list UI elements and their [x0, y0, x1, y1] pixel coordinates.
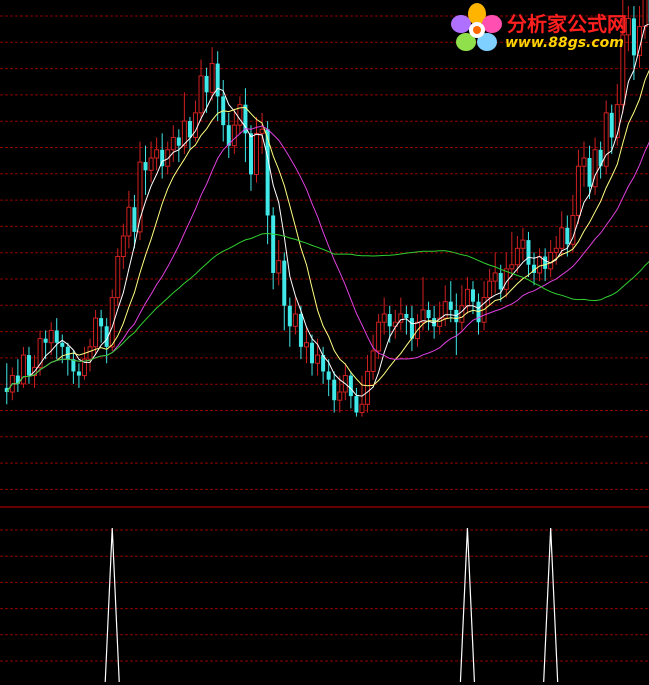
watermark-url: www.88gs.com: [505, 35, 624, 51]
candle-body: [498, 272, 503, 290]
candle-body: [332, 379, 337, 401]
candle-body: [459, 305, 465, 323]
candle-body: [99, 318, 104, 327]
candle-body: [365, 370, 371, 405]
candle-body: [76, 371, 81, 376]
candle-body: [609, 112, 614, 138]
candle-body: [231, 124, 237, 147]
candle-body: [553, 247, 559, 253]
candle-body: [165, 149, 171, 167]
candle-body: [448, 301, 453, 310]
candle-body: [381, 313, 387, 323]
candle-body: [487, 280, 493, 299]
candle-body: [271, 215, 276, 273]
candle-body: [71, 359, 76, 372]
candle-body: [48, 329, 54, 344]
candle-body: [387, 314, 392, 327]
candle-body: [43, 338, 48, 343]
candle-body: [60, 342, 65, 347]
watermark-title: 分析家公式网: [507, 12, 627, 36]
candle-body: [526, 240, 531, 265]
candle-body: [87, 346, 93, 360]
candle-body: [326, 371, 331, 380]
candle-body: [315, 354, 321, 364]
candle-body: [492, 272, 498, 282]
candle-body: [298, 314, 303, 347]
candle-body: [370, 350, 376, 372]
candle-body: [354, 396, 359, 413]
candle-body: [209, 63, 215, 93]
candle-body: [587, 158, 592, 187]
stock-chart: [0, 0, 649, 685]
candle-body: [198, 75, 204, 114]
candle-body: [470, 289, 475, 302]
candle-body: [137, 161, 143, 233]
candle-body: [292, 313, 298, 327]
candle-body: [115, 256, 121, 299]
flower-logo-icon: [451, 3, 502, 51]
candle-body: [215, 63, 220, 97]
candle-body: [120, 235, 126, 258]
candle-body: [20, 354, 26, 385]
candle-body: [575, 165, 581, 216]
candle-body: [509, 264, 515, 270]
candle-body: [514, 247, 520, 266]
candle-body: [559, 227, 565, 249]
candle-body: [520, 239, 526, 249]
candle-body: [303, 342, 309, 348]
candle-body: [204, 75, 209, 93]
candle-body: [581, 157, 587, 167]
candle-body: [543, 256, 548, 269]
candle-body: [282, 260, 287, 306]
candle-body: [548, 251, 554, 270]
candle-body: [537, 256, 543, 274]
candle-body: [170, 136, 176, 151]
candle-body: [65, 346, 70, 360]
candle-body: [93, 317, 99, 348]
candle-body: [348, 375, 353, 397]
candle-body: [176, 137, 181, 146]
candle-body: [426, 309, 431, 319]
candle-body: [54, 330, 59, 343]
candle-body: [276, 260, 282, 274]
candle-body: [310, 342, 315, 364]
candle-body: [404, 314, 409, 319]
candle-body: [143, 162, 148, 171]
candle-body: [337, 391, 343, 401]
candle-body: [259, 128, 265, 134]
candle-body: [37, 338, 43, 368]
candle-body: [154, 149, 160, 159]
candle-body: [565, 227, 570, 245]
candle-body: [376, 321, 382, 352]
watermark-logo: 分析家公式网 www.88gs.com: [449, 2, 647, 58]
candle-body: [464, 288, 470, 307]
candle-body: [132, 207, 137, 232]
candle-body: [248, 133, 253, 175]
candle-body: [254, 132, 260, 175]
candle-body: [26, 355, 31, 376]
candle-body: [287, 305, 292, 327]
candle-body: [148, 157, 154, 171]
candle-body: [187, 121, 192, 138]
candle-body: [359, 403, 365, 414]
candle-body: [192, 112, 198, 138]
candle-body: [126, 206, 132, 237]
